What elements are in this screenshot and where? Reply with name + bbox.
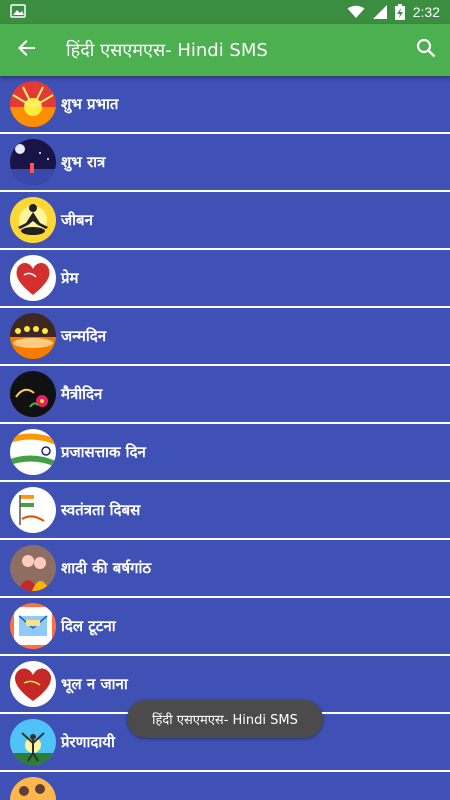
- list-item-label: स्वतंत्रता दिबस: [61, 501, 141, 519]
- search-button[interactable]: [402, 24, 450, 76]
- list-item-label: प्रेम: [61, 269, 79, 287]
- tricolor-thumbnail: [10, 429, 56, 475]
- sunrise-thumbnail: [10, 81, 56, 127]
- list-item[interactable]: शादी की बर्षगांठ: [0, 540, 450, 598]
- battery-charging-icon: [394, 4, 405, 20]
- status-bar: 2:32: [0, 0, 450, 24]
- category-list: शुभ प्रभात शुभ रात्र जीबन प्रेम जन्मदिन …: [0, 76, 450, 800]
- inspiration-thumbnail: [10, 719, 56, 765]
- list-item-label: जीबन: [61, 211, 93, 229]
- app-title: हिंदी एसएमएस- Hindi SMS: [66, 40, 268, 61]
- list-item-label: जन्मदिन: [61, 327, 107, 345]
- heart-thumbnail: [10, 255, 56, 301]
- list-item[interactable]: शुभ रात्र: [0, 134, 450, 192]
- list-item-label: भूल न जाना: [61, 675, 128, 693]
- sms-envelope-thumbnail: [10, 603, 56, 649]
- wifi-icon: [347, 5, 365, 19]
- list-item-label: मैत्रीदिन: [61, 385, 103, 403]
- list-item[interactable]: जन्मदिन: [0, 308, 450, 366]
- red-heart-thumbnail: [10, 661, 56, 707]
- list-item[interactable]: [0, 772, 450, 800]
- list-item-label: दिल टूटना: [61, 617, 116, 635]
- list-item[interactable]: मैत्रीदिन: [0, 366, 450, 424]
- list-item-label: शुभ प्रभात: [61, 95, 119, 113]
- list-item[interactable]: जीबन: [0, 192, 450, 250]
- night-scene-thumbnail: [10, 139, 56, 185]
- friendship-flower-thumbnail: [10, 371, 56, 417]
- list-item-label: प्रेरणादायी: [61, 733, 115, 751]
- list-item[interactable]: प्रजासत्ताक दिन: [0, 424, 450, 482]
- list-item[interactable]: प्रेम: [0, 250, 450, 308]
- list-item[interactable]: दिल टूटना: [0, 598, 450, 656]
- toast-message: हिंदी एसएमएस- Hindi SMS: [127, 700, 323, 738]
- meditation-thumbnail: [10, 197, 56, 243]
- app-bar: हिंदी एसएमएस- Hindi SMS: [0, 24, 450, 76]
- list-item-label: प्रजासत्ताक दिन: [61, 443, 146, 461]
- birthday-candles-thumbnail: [10, 313, 56, 359]
- search-icon: [416, 38, 436, 62]
- status-time: 2:32: [412, 4, 440, 20]
- list-item-label: शुभ रात्र: [61, 153, 106, 171]
- signal-icon: [372, 5, 387, 19]
- arrow-back-icon: [17, 38, 37, 62]
- wedding-thumbnail: [10, 545, 56, 591]
- independence-thumbnail: [10, 487, 56, 533]
- list-item[interactable]: शुभ प्रभात: [0, 76, 450, 134]
- list-item[interactable]: स्वतंत्रता दिबस: [0, 482, 450, 540]
- partial-thumbnail: [10, 777, 56, 800]
- list-item-label: शादी की बर्षगांठ: [61, 559, 152, 577]
- back-button[interactable]: [0, 24, 54, 76]
- image-notification-icon: [10, 3, 26, 21]
